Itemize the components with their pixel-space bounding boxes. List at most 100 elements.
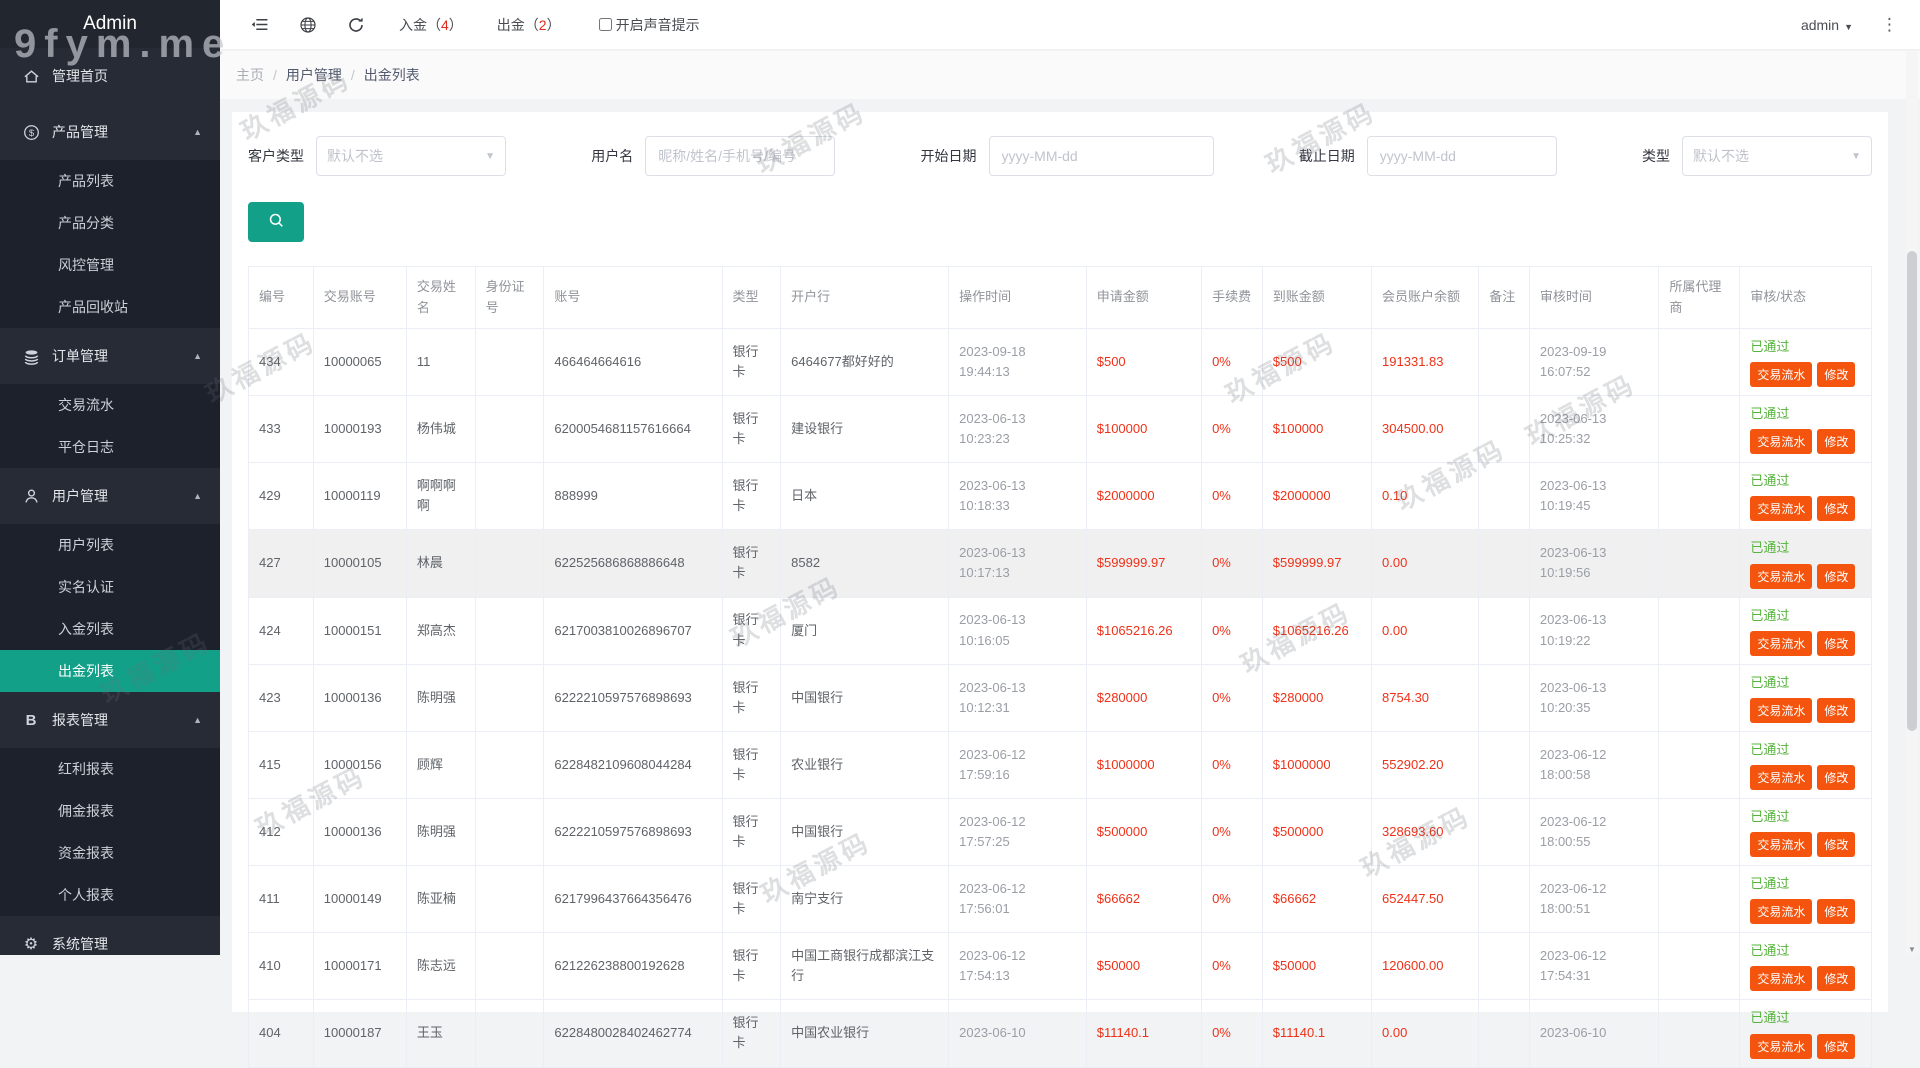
user-menu[interactable]: admin▼ bbox=[1801, 17, 1853, 33]
flow-button[interactable]: 交易流水 bbox=[1750, 429, 1812, 454]
edit-button[interactable]: 修改 bbox=[1817, 564, 1855, 589]
deposit-link[interactable]: 入金（4） bbox=[399, 15, 463, 35]
sidebar-item-产品回收站[interactable]: 产品回收站 bbox=[0, 286, 220, 328]
sound-alert-toggle[interactable]: 开启声音提示 bbox=[599, 15, 700, 35]
flow-button[interactable]: 交易流水 bbox=[1750, 631, 1812, 656]
sidebar-group-订单管理[interactable]: 订单管理▲ bbox=[0, 328, 220, 384]
cell-fee: 0% bbox=[1202, 530, 1263, 597]
sidebar-submenu: 产品列表产品分类风控管理产品回收站 bbox=[0, 160, 220, 328]
column-header: 交易姓名 bbox=[406, 267, 475, 329]
cell-operate-time: 2023-06-1217:57:25 bbox=[949, 798, 1087, 865]
username-input[interactable] bbox=[645, 136, 835, 176]
sidebar-item-交易流水[interactable]: 交易流水 bbox=[0, 384, 220, 426]
more-options-icon[interactable]: ⋮ bbox=[1881, 15, 1898, 35]
cell-apply-amount: $280000 bbox=[1086, 664, 1201, 731]
edit-button[interactable]: 修改 bbox=[1817, 899, 1855, 924]
sidebar-item-用户列表[interactable]: 用户列表 bbox=[0, 524, 220, 566]
cell-apply-amount: $2000000 bbox=[1086, 463, 1201, 530]
cell-bank: 南宁支行 bbox=[781, 866, 949, 933]
scrollbar-down-arrow[interactable]: ▼ bbox=[1906, 945, 1918, 954]
sound-alert-checkbox[interactable] bbox=[599, 18, 612, 31]
cell-audit-time: 2023-06-1217:54:31 bbox=[1529, 933, 1659, 1000]
home-icon bbox=[22, 67, 40, 85]
flow-button[interactable]: 交易流水 bbox=[1750, 899, 1812, 924]
refresh-icon[interactable] bbox=[347, 16, 365, 34]
edit-button[interactable]: 修改 bbox=[1817, 631, 1855, 656]
start-date-input[interactable] bbox=[989, 136, 1214, 176]
flow-button[interactable]: 交易流水 bbox=[1750, 966, 1812, 991]
cell-operate-time: 2023-06-1217:56:01 bbox=[949, 866, 1087, 933]
flow-button[interactable]: 交易流水 bbox=[1750, 564, 1812, 589]
collapse-sidebar-icon[interactable] bbox=[250, 15, 269, 34]
cell-remark bbox=[1479, 866, 1530, 933]
scrollbar[interactable]: ▼ bbox=[1906, 51, 1918, 955]
cell-fee: 0% bbox=[1202, 664, 1263, 731]
sidebar-group-产品管理[interactable]: $产品管理▲ bbox=[0, 104, 220, 160]
flow-button[interactable]: 交易流水 bbox=[1750, 362, 1812, 387]
withdraw-link[interactable]: 出金（2） bbox=[497, 15, 561, 35]
cell-member-balance: 0.10 bbox=[1372, 463, 1479, 530]
sidebar-item-产品分类[interactable]: 产品分类 bbox=[0, 202, 220, 244]
gear-icon: ⚙ bbox=[22, 935, 40, 953]
cell-bank: 中国工商银行成都滨江支行 bbox=[781, 933, 949, 1000]
edit-button[interactable]: 修改 bbox=[1817, 832, 1855, 857]
sidebar-group-用户管理[interactable]: 用户管理▲ bbox=[0, 468, 220, 524]
sidebar-item-产品列表[interactable]: 产品列表 bbox=[0, 160, 220, 202]
breadcrumb-item[interactable]: 用户管理 bbox=[286, 65, 342, 85]
sidebar-item-资金报表[interactable]: 资金报表 bbox=[0, 832, 220, 874]
sidebar-item-风控管理[interactable]: 风控管理 bbox=[0, 244, 220, 286]
sidebar-group-系统管理[interactable]: ⚙ 系统管理 bbox=[0, 916, 220, 955]
cell-bank: 建设银行 bbox=[781, 396, 949, 463]
edit-button[interactable]: 修改 bbox=[1817, 496, 1855, 521]
customer-type-select[interactable]: 默认不选 ▼ bbox=[316, 136, 506, 176]
flow-button[interactable]: 交易流水 bbox=[1750, 496, 1812, 521]
sidebar-item-佣金报表[interactable]: 佣金报表 bbox=[0, 790, 220, 832]
type-select[interactable]: 默认不选 ▼ bbox=[1682, 136, 1872, 176]
scrollbar-thumb[interactable] bbox=[1907, 251, 1917, 731]
cell-id: 415 bbox=[249, 731, 314, 798]
cell-trade-account: 10000171 bbox=[313, 933, 406, 1000]
search-button[interactable] bbox=[248, 202, 304, 242]
sidebar-group-label: 系统管理 bbox=[52, 934, 202, 954]
app-logo: Admin bbox=[0, 0, 220, 48]
breadcrumb-item[interactable]: 主页 bbox=[236, 65, 264, 85]
sidebar-item-出金列表[interactable]: 出金列表 bbox=[0, 650, 220, 692]
cell-id-card bbox=[475, 597, 544, 664]
sidebar-group-报表管理[interactable]: B报表管理▲ bbox=[0, 692, 220, 748]
sidebar-menu: 管理首页$产品管理▲产品列表产品分类风控管理产品回收站订单管理▲交易流水平仓日志… bbox=[0, 48, 220, 955]
flow-button[interactable]: 交易流水 bbox=[1750, 698, 1812, 723]
cell-agent bbox=[1659, 396, 1740, 463]
cell-id: 410 bbox=[249, 933, 314, 1000]
sidebar-item-实名认证[interactable]: 实名认证 bbox=[0, 566, 220, 608]
cell-arrive-amount: $599999.97 bbox=[1262, 530, 1371, 597]
cell-id: 411 bbox=[249, 866, 314, 933]
sidebar-group-管理首页[interactable]: 管理首页 bbox=[0, 48, 220, 104]
edit-button[interactable]: 修改 bbox=[1817, 698, 1855, 723]
cell-id-card bbox=[475, 798, 544, 865]
cell-fee: 0% bbox=[1202, 597, 1263, 664]
sidebar-item-个人报表[interactable]: 个人报表 bbox=[0, 874, 220, 916]
breadcrumb: 主页/用户管理/出金列表 bbox=[220, 51, 1920, 99]
end-date-input[interactable] bbox=[1367, 136, 1557, 176]
sidebar-group-label: 产品管理 bbox=[52, 122, 193, 142]
flow-button[interactable]: 交易流水 bbox=[1750, 832, 1812, 857]
cell-audit-time: 2023-06-1310:19:56 bbox=[1529, 530, 1659, 597]
edit-button[interactable]: 修改 bbox=[1817, 429, 1855, 454]
cell-arrive-amount: $66662 bbox=[1262, 866, 1371, 933]
edit-button[interactable]: 修改 bbox=[1817, 966, 1855, 991]
edit-button[interactable]: 修改 bbox=[1817, 1034, 1855, 1059]
globe-icon[interactable] bbox=[299, 16, 317, 34]
edit-button[interactable]: 修改 bbox=[1817, 362, 1855, 387]
sidebar-item-入金列表[interactable]: 入金列表 bbox=[0, 608, 220, 650]
cell-trade-name: 陈亚楠 bbox=[406, 866, 475, 933]
cell-arrive-amount: $50000 bbox=[1262, 933, 1371, 1000]
cell-bank-account: 621226238800192628 bbox=[544, 933, 722, 1000]
cell-audit-status: 已通过交易流水修改 bbox=[1740, 530, 1872, 597]
flow-button[interactable]: 交易流水 bbox=[1750, 765, 1812, 790]
flow-button[interactable]: 交易流水 bbox=[1750, 1034, 1812, 1059]
sidebar-item-红利报表[interactable]: 红利报表 bbox=[0, 748, 220, 790]
sidebar-item-平仓日志[interactable]: 平仓日志 bbox=[0, 426, 220, 468]
cell-id: 434 bbox=[249, 329, 314, 396]
edit-button[interactable]: 修改 bbox=[1817, 765, 1855, 790]
cell-bank-account: 6228480028402462774 bbox=[544, 1000, 722, 1067]
